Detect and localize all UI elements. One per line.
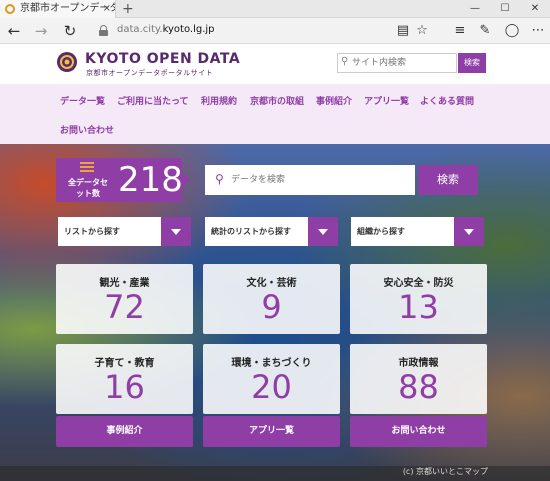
category-count: 13 [398, 288, 439, 326]
nav-initiatives[interactable]: 京都市の取組 [250, 94, 304, 107]
category-name: 子育て・教育 [94, 358, 155, 369]
organization-select[interactable]: 組織から探す [351, 217, 484, 246]
category-tourism-industry[interactable]: 観光・産業 72 [56, 264, 193, 334]
nav-usage-guide[interactable]: ご利用に当たって [117, 94, 189, 107]
category-name: 安心安全・防災 [383, 278, 454, 289]
category-name: 環境・まちづくり [231, 358, 312, 369]
star-icon[interactable]: ☆ [414, 23, 430, 39]
list-icon [80, 162, 94, 174]
kyoto-logo-icon[interactable] [56, 51, 78, 73]
stats-select-label: 統計のリストから探す [211, 227, 291, 236]
nav-contact[interactable]: お問い合わせ [60, 123, 114, 136]
photo-credit: (c) 京都いいとこマップ [402, 467, 488, 476]
browser-tab-bar: 京都市オープンデータポータ × + — ☐ ✕ [0, 0, 550, 18]
category-count: 9 [261, 288, 282, 326]
lock-icon [99, 25, 108, 36]
nav-data-list[interactable]: データ一覧 [60, 94, 105, 107]
browser-tab[interactable]: 京都市オープンデータポータ × [0, 0, 116, 18]
window-controls: — ☐ ✕ [460, 0, 550, 18]
category-count: 16 [104, 368, 145, 406]
new-tab-button[interactable]: + [122, 0, 134, 18]
site-favicon-icon [5, 4, 15, 14]
data-search-input[interactable] [231, 173, 411, 187]
category-count: 20 [251, 368, 292, 406]
url-field[interactable]: data.city.kyoto.lg.jp [117, 24, 215, 35]
data-search[interactable]: ⚲ [205, 165, 415, 195]
list-select[interactable]: リストから探す [58, 217, 191, 246]
category-environment-town[interactable]: 環境・まちづくり 20 [203, 344, 340, 414]
organization-select-label: 組織から探す [357, 227, 405, 236]
main-nav: データ一覧 ご利用に当たって 利用規約 京都市の取組 事例紹介 アプリ一覧 よく… [0, 84, 550, 144]
minimize-button[interactable]: — [460, 0, 490, 18]
site-header: KYOTO OPEN DATA 京都市オープンデータポータルサイト ⚲ 検索 [0, 44, 550, 84]
nav-faq[interactable]: よくある質問 [420, 94, 474, 107]
notes-icon[interactable]: ✎ [477, 23, 493, 39]
category-safety-disaster[interactable]: 安心安全・防災 13 [350, 264, 487, 334]
category-name: 市政情報 [398, 358, 439, 369]
data-search-button[interactable]: 検索 [418, 165, 478, 195]
close-window-button[interactable]: ✕ [520, 0, 550, 18]
maximize-button[interactable]: ☐ [490, 0, 520, 18]
search-icon: ⚲ [341, 56, 349, 67]
nav-apps[interactable]: アプリ一覧 [364, 94, 409, 107]
dataset-count-box: 全データセット数 218 [56, 158, 190, 202]
hub-icon[interactable]: ≡ [452, 23, 468, 39]
category-count: 72 [104, 288, 145, 326]
hero-section: 全データセット数 218 ⚲ 検索 リストから探す 統計のリストから探す 組織か… [0, 144, 550, 481]
contact-button[interactable]: お問い合わせ [350, 416, 487, 447]
tab-close-icon[interactable]: × [103, 0, 111, 18]
logo-subtitle: 京都市オープンデータポータルサイト [86, 69, 214, 77]
tab-title: 京都市オープンデータポータ [20, 3, 115, 14]
chevron-down-icon[interactable] [454, 217, 484, 246]
forward-icon[interactable]: → [32, 22, 50, 40]
apps-button[interactable]: アプリ一覧 [203, 416, 340, 447]
dataset-count-value: 218 [118, 160, 183, 200]
nav-terms[interactable]: 利用規約 [201, 94, 237, 107]
list-select-label: リストから探す [64, 227, 120, 236]
chevron-down-icon[interactable] [161, 217, 191, 246]
stats-select[interactable]: 統計のリストから探す [205, 217, 338, 246]
category-name: 観光・産業 [99, 278, 150, 289]
back-icon[interactable]: ← [5, 22, 23, 40]
category-childcare-education[interactable]: 子育て・教育 16 [56, 344, 193, 414]
site-search-button[interactable]: 検索 [458, 53, 486, 73]
reading-view-icon[interactable]: ▤ [395, 23, 411, 39]
dataset-count-label: 全データセット数 [68, 178, 108, 198]
site-search-input[interactable] [352, 56, 454, 70]
category-count: 88 [398, 368, 439, 406]
nav-case-studies[interactable]: 事例紹介 [316, 94, 352, 107]
logo-title[interactable]: KYOTO OPEN DATA [85, 51, 240, 67]
chevron-down-icon[interactable] [308, 217, 338, 246]
case-studies-button[interactable]: 事例紹介 [56, 416, 193, 447]
category-culture-arts[interactable]: 文化・芸術 9 [203, 264, 340, 334]
address-bar: ← → ↻ data.city.kyoto.lg.jp ▤ ☆ ≡ ✎ ◯ ⋯ [0, 18, 550, 44]
search-icon: ⚲ [215, 172, 224, 186]
site-search[interactable]: ⚲ [337, 53, 457, 73]
refresh-icon[interactable]: ↻ [61, 22, 79, 40]
category-government-info[interactable]: 市政情報 88 [350, 344, 487, 414]
category-name: 文化・芸術 [246, 278, 297, 289]
share-icon[interactable]: ◯ [504, 23, 520, 39]
more-icon[interactable]: ⋯ [530, 23, 546, 39]
